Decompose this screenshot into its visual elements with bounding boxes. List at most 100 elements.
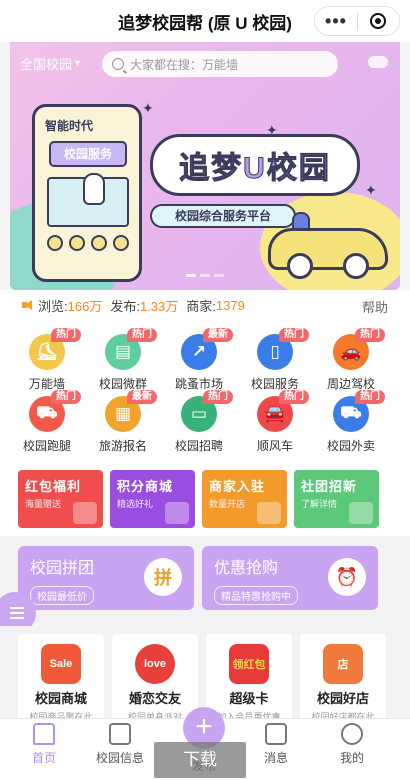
stats-bar: 浏览: 166万 发布: 1.33万 商家: 1379 帮助 (0, 290, 410, 320)
car-illustration (268, 228, 388, 279)
phone-illustration: 智能时代 校园服务 (32, 104, 142, 282)
newspaper-icon: ▤ 热门 (105, 328, 157, 370)
card-subtitle: 校园最低价 (30, 586, 94, 605)
mini-program-capsule: ••• (314, 6, 400, 36)
service-grid: ⛸ 热门 万能墙 ▤ 热门 校园微群 ↗ 最新 跳蚤市场 ▯ 热门 校园服务 🚗 热门 周… (0, 320, 410, 460)
red-envelope-icon (73, 502, 97, 524)
search-icon (112, 58, 124, 70)
more-dots-icon[interactable]: ••• (315, 7, 357, 35)
banner-pager[interactable] (186, 274, 224, 277)
shop-icon (257, 502, 281, 524)
service-label: 旅游报名 (98, 439, 147, 453)
promo-title: 积分商城 (117, 479, 174, 494)
sparkle-icon: ✦ (266, 122, 278, 138)
tab-profile[interactable]: 我的 (320, 723, 384, 766)
skater-icon: ⛸ 热门 (29, 328, 81, 370)
sparkle-icon: ✦ (365, 182, 377, 198)
download-button[interactable]: 下载 (154, 742, 246, 778)
promo-row: 红包福利 海量赠送 积分商城 精选好礼 商家入驻 数量开店 社团招新 了解详情 (0, 460, 410, 536)
shop-card-mall[interactable]: Sale 校园商城 校园商品聚在此 (18, 634, 104, 724)
search-input[interactable]: 大家都在搜：万能墙 (102, 51, 338, 77)
service-item-wechat-group[interactable]: ▤ 热门 校园微群 (88, 328, 158, 392)
post-label: 发布: (110, 298, 140, 314)
service-item-recruitment[interactable]: ▭ 热门 校园招聘 (164, 390, 234, 454)
shop-card-good-store[interactable]: 店 校园好店 校园好店都在此 (300, 634, 386, 724)
promo-merchant-join[interactable]: 商家入驻 数量开店 (202, 470, 287, 528)
promo-club-recruit[interactable]: 社团招新 了解详情 (294, 470, 379, 528)
sale-bag-icon: Sale (41, 644, 81, 684)
tab-campus-info[interactable]: 校园信息 (88, 723, 152, 766)
door-icon (109, 723, 131, 745)
banner-subline: 校园综合服务平台 (150, 204, 296, 228)
market-arrow-icon: ↗ 最新 (181, 328, 233, 370)
shop-title: 校园好店 (316, 691, 369, 706)
service-item-driving-school[interactable]: 🚗 热门 周边驾校 (316, 328, 386, 392)
service-item-flea-market[interactable]: ↗ 最新 跳蚤市场 (164, 328, 234, 392)
service-item-wall[interactable]: ⛸ 热门 万能墙 (12, 328, 82, 392)
campus-scope-selector[interactable]: 全国校园 ▾ (20, 54, 80, 73)
group-buy-icon: 拼 (144, 558, 182, 596)
service-label: 顺风车 (256, 439, 293, 453)
shop-card-super-card[interactable]: 领红包 超级卡 加入会员更优惠 (206, 634, 292, 724)
hot-badge: 热门 (279, 390, 309, 404)
shop-title: 婚恋交友 (128, 691, 181, 706)
service-label: 校园招聘 (174, 439, 223, 453)
phone-title: 智能时代 (45, 119, 94, 133)
red-packet-icon: 领红包 (229, 644, 269, 684)
chevron-down-icon: ▾ (75, 58, 81, 69)
search-placeholder: 大家都在搜：万能墙 (130, 57, 239, 72)
promo-title: 商家入驻 (209, 479, 266, 494)
banner-headline: 追梦U校园 (150, 134, 360, 196)
id-card-icon: ▭ 热门 (181, 390, 233, 432)
title-bar: 追梦校园帮 (原 U 校园) ••• (0, 0, 410, 42)
feature-cards: 校园拼团 校园最低价 拼 优惠抢购 精品特惠抢购中 ⏰ (0, 536, 410, 626)
app-title: 追梦校园帮 (原 U 校园) (118, 13, 292, 33)
promo-red-packet[interactable]: 红包福利 海量赠送 (18, 470, 103, 528)
takeaway-icon: ⛟ 热门 (333, 390, 385, 432)
shop-title: 校园商城 (34, 691, 87, 706)
help-link[interactable]: 帮助 (362, 297, 388, 316)
service-item-errand[interactable]: ⛟ 热门 校园跑腿 (12, 390, 82, 454)
user-icon (341, 723, 363, 745)
promo-title: 红包福利 (25, 479, 82, 494)
tab-home[interactable]: 首页 (12, 723, 76, 766)
flag-icon (349, 502, 373, 524)
promo-title: 社团招新 (301, 479, 358, 494)
merchant-count: 1379 (215, 297, 245, 313)
phone-button-label: 校园服务 (49, 141, 127, 167)
cloud-icon (368, 56, 388, 68)
service-label: 校园外卖 (326, 439, 375, 453)
hot-badge: 热门 (51, 328, 81, 342)
love-icon: love (135, 644, 175, 684)
tab-label: 首页 (31, 751, 56, 765)
service-item-campus-service[interactable]: ▯ 热门 校园服务 (240, 328, 310, 392)
hot-badge: 热门 (203, 390, 233, 404)
home-icon (33, 723, 55, 745)
tab-label: 我的 (339, 751, 364, 765)
shop-card-dating[interactable]: love 婚恋交友 校园单身派对 (112, 634, 198, 724)
chat-icon (265, 723, 287, 745)
alarm-clock-icon: ⏰ (328, 558, 366, 596)
speaker-icon (22, 300, 34, 310)
document-icon: ▯ 热门 (257, 328, 309, 370)
hot-badge: 热门 (127, 328, 157, 342)
flash-sale-card[interactable]: 优惠抢购 精品特惠抢购中 ⏰ (202, 546, 378, 610)
post-count: 1.33万 (139, 298, 179, 314)
tab-label: 消息 (263, 751, 288, 765)
suitcase-icon: ▦ 最新 (105, 390, 157, 432)
hot-badge: 热门 (355, 390, 385, 404)
car-icon: 🚗 热门 (333, 328, 385, 370)
service-item-travel[interactable]: ▦ 最新 旅游报名 (88, 390, 158, 454)
promo-points-mall[interactable]: 积分商城 精选好礼 (110, 470, 195, 528)
service-item-carpool[interactable]: 🚘 热门 顺风车 (240, 390, 310, 454)
group-buy-card[interactable]: 校园拼团 校园最低价 拼 (18, 546, 194, 610)
sparkle-icon: ✦ (142, 100, 154, 116)
storefront-icon: 店 (323, 644, 363, 684)
target-circle-icon[interactable] (358, 13, 399, 29)
service-item-takeaway[interactable]: ⛟ 热门 校园外卖 (316, 390, 386, 454)
tab-messages[interactable]: 消息 (244, 723, 308, 766)
hot-badge: 热门 (279, 328, 309, 342)
campus-scope-label: 全国校园 (20, 57, 73, 72)
hot-badge: 热门 (355, 328, 385, 342)
hero-banner[interactable]: 全国校园 ▾ 大家都在搜：万能墙 智能时代 校园服务 追梦U校园 校园综合服务平… (10, 42, 400, 290)
